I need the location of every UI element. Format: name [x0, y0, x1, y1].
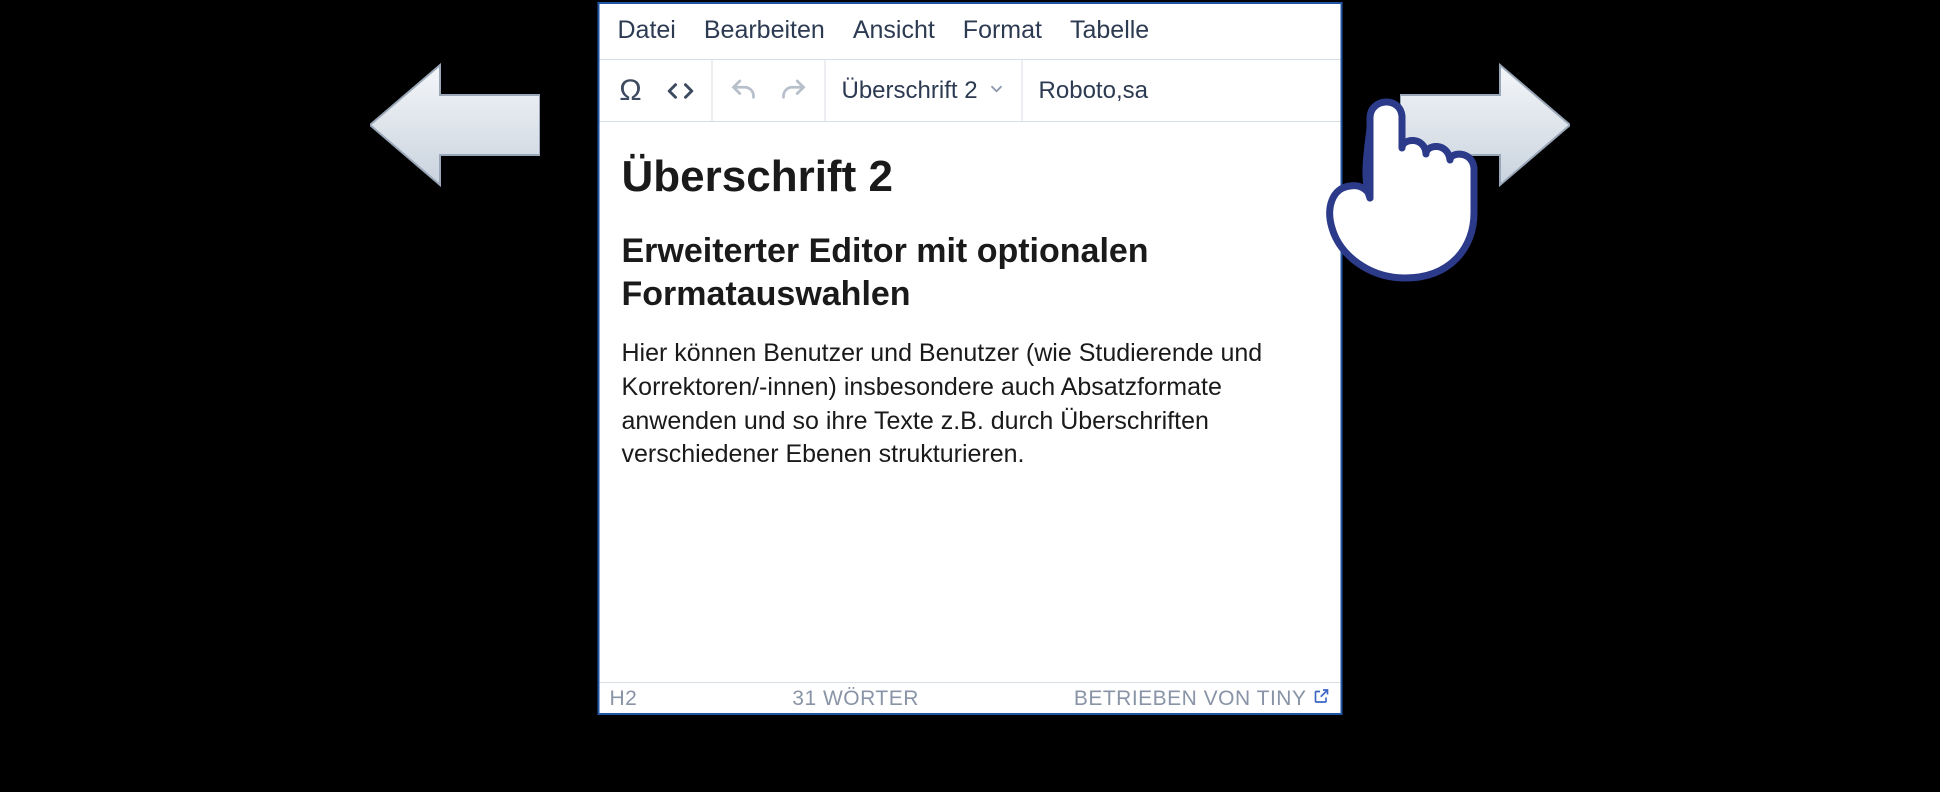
- menu-view[interactable]: Ansicht: [853, 16, 935, 45]
- undo-icon: [729, 76, 759, 106]
- menubar: Datei Bearbeiten Ansicht Format Tabelle: [600, 4, 1341, 60]
- rich-text-editor: Datei Bearbeiten Ansicht Format Tabelle …: [598, 2, 1343, 715]
- redo-button[interactable]: [769, 66, 819, 116]
- code-icon: [666, 76, 696, 106]
- menu-table[interactable]: Tabelle: [1070, 16, 1149, 45]
- source-code-button[interactable]: [656, 66, 706, 116]
- chevron-down-icon: [988, 77, 1006, 105]
- undo-button[interactable]: [719, 66, 769, 116]
- font-family-dropdown[interactable]: Roboto,sa: [1023, 60, 1164, 121]
- menu-file[interactable]: Datei: [618, 16, 676, 45]
- status-wordcount[interactable]: 31 WÖRTER: [792, 687, 919, 711]
- content-heading-2: Überschrift 2: [622, 152, 1319, 202]
- content-heading-3: Erweiterter Editor mit optionalen Format…: [622, 230, 1319, 315]
- external-link-icon: [1312, 687, 1330, 711]
- block-format-dropdown[interactable]: Überschrift 2: [826, 60, 1023, 121]
- status-path[interactable]: H2: [610, 687, 638, 711]
- redo-icon: [779, 76, 809, 106]
- status-bar: H2 31 WÖRTER BETRIEBEN VON TINY: [600, 682, 1341, 713]
- font-family-label: Roboto,sa: [1039, 77, 1148, 105]
- editor-content-area[interactable]: Überschrift 2 Erweiterter Editor mit opt…: [600, 122, 1341, 682]
- pointing-hand-cursor: [1310, 78, 1530, 288]
- arrow-left-decoration: [370, 60, 540, 190]
- arrow-right-decoration: [1400, 60, 1570, 190]
- special-character-button[interactable]: Ω: [606, 66, 656, 116]
- menu-edit[interactable]: Bearbeiten: [704, 16, 825, 45]
- powered-label: BETRIEBEN VON TINY: [1074, 687, 1307, 711]
- menu-format[interactable]: Format: [963, 16, 1042, 45]
- content-paragraph: Hier können Benutzer und Benutzer (wie S…: [622, 337, 1319, 472]
- toolbar: Ω Überschrift 2 Roboto,sa: [600, 60, 1341, 122]
- status-powered-by[interactable]: BETRIEBEN VON TINY: [1074, 687, 1331, 711]
- block-format-label: Überschrift 2: [842, 77, 978, 105]
